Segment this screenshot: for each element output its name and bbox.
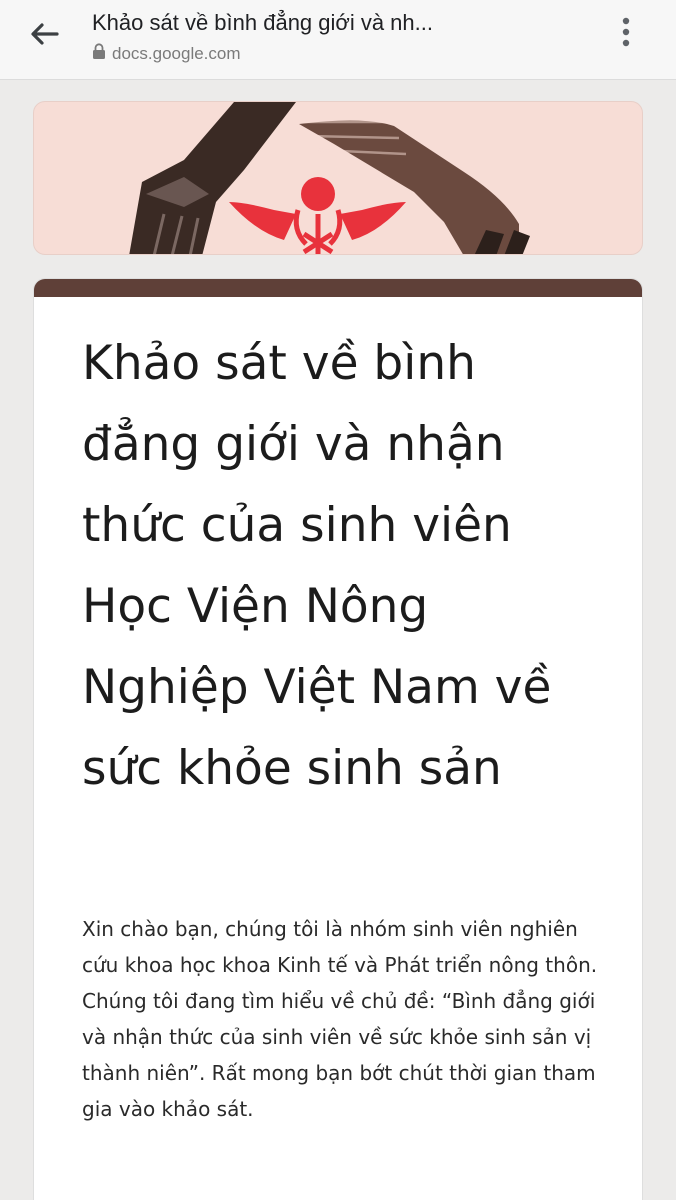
form-description: Xin chào bạn, chúng tôi là nhóm sinh viê… xyxy=(82,917,598,1121)
form-title-card: Khảo sát về bình đẳng giới và nhận thức … xyxy=(33,278,643,1200)
back-arrow-icon xyxy=(29,22,59,51)
card-accent-bar xyxy=(34,279,642,297)
hands-logo-illustration xyxy=(129,102,530,254)
more-options-button[interactable] xyxy=(610,14,642,54)
page-title: Khảo sát về bình đẳng giới và nh... xyxy=(92,10,433,35)
lock-icon xyxy=(92,43,106,65)
url-bar[interactable]: docs.google.com xyxy=(92,42,241,66)
back-button[interactable] xyxy=(22,18,66,54)
more-vert-icon xyxy=(622,16,630,53)
logo-emblem xyxy=(229,177,406,254)
browser-toolbar: Khảo sát về bình đẳng giới và nh... docs… xyxy=(0,0,676,80)
url-text: docs.google.com xyxy=(112,44,241,63)
form-header-image xyxy=(33,101,643,255)
form-title: Khảo sát về bình đẳng giới và nhận thức … xyxy=(82,336,552,796)
